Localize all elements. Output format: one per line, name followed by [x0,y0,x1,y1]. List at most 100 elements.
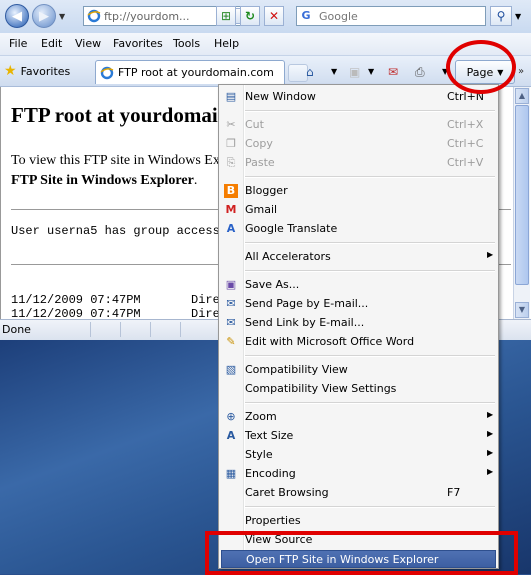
submenu-arrow-icon: ▶ [487,467,494,476]
menu-item-label: View Source [245,533,313,546]
history-dropdown-icon[interactable]: ▼ [59,12,65,21]
more-commands-icon[interactable]: » [518,66,524,77]
menu-item-label: Zoom [245,410,277,423]
printer-icon: ⎙ [415,65,425,79]
menu-item-compatibility-view[interactable]: ▧ Compatibility View [221,361,496,379]
menu-item-shortcut: Ctrl+V [447,156,484,169]
menu-item-label: Send Page by E-mail... [245,297,369,310]
forward-button[interactable]: ▶ [32,4,56,28]
home-dropdown-icon[interactable]: ▼ [331,63,337,81]
search-options-dropdown-icon[interactable]: ▼ [515,12,521,21]
favorites-button[interactable]: ★ Favorites [4,62,70,80]
new-tab-button[interactable] [288,64,308,82]
menu-item-label: Style [245,448,273,461]
tab-active[interactable]: FTP root at yourdomain.com [95,60,285,84]
menu-item-label: Save As... [245,278,300,291]
menu-item-send-page-by-e-mail[interactable]: ✉ Send Page by E-mail... [221,295,496,313]
intro-end: . [193,173,198,188]
intro-bold-link-text: FTP Site in Windows Explorer [11,173,194,188]
blogger-icon: B [224,184,238,198]
scroll-up-icon[interactable]: ▲ [515,88,529,104]
read-mail-button[interactable]: ✉ [388,63,398,81]
scissors-icon: ✂ [226,118,236,131]
menu-separator [245,355,495,357]
scroll-thumb[interactable] [515,105,529,285]
menu-item-label: Copy [245,137,273,150]
back-button[interactable]: ◀ [5,4,29,28]
status-text: Done [2,323,31,336]
status-separator [120,322,121,337]
menu-item-label: Encoding [245,467,296,480]
menu-item-gmail[interactable]: M Gmail [221,201,496,219]
menu-item-shortcut: F7 [447,486,461,499]
submenu-arrow-icon: ▶ [487,410,494,419]
menu-item-label: Open FTP Site in Windows Explorer [246,553,439,566]
menu-separator [245,176,495,178]
feeds-button[interactable]: ▣ [349,63,360,81]
print-dropdown-icon[interactable]: ▼ [442,63,448,81]
menu-item-new-window[interactable]: ▤ New Window Ctrl+N [221,88,496,106]
menu-item-label: Send Link by E-mail... [245,316,365,329]
rss-icon: ▣ [349,65,361,79]
magnifier-icon: ⚲ [496,9,506,23]
menu-item-blogger[interactable]: B Blogger [221,182,496,200]
menu-item-send-link-by-e-mail[interactable]: ✉ Send Link by E-mail... [221,314,496,332]
menu-item-label: Cut [245,118,264,131]
new-window-icon: ▤ [225,90,237,103]
menu-separator [245,242,495,244]
pencil-icon: ✎ [226,335,236,348]
menu-item-encoding[interactable]: ▦ Encoding ▶ [221,465,496,483]
save-icon: ▣ [225,278,237,291]
menu-help[interactable]: Help [214,37,239,50]
menu-item-save-as[interactable]: ▣ Save As... [221,276,496,294]
vertical-scrollbar[interactable]: ▲ ▼ [513,87,530,319]
back-arrow-icon: ◀ [12,8,22,24]
menu-separator [245,270,495,272]
home-button[interactable]: ⌂ [306,63,314,81]
compatibility-view-button[interactable]: ⊞ [216,6,236,26]
search-input[interactable] [319,9,479,23]
menu-item-google-translate[interactable]: A Google Translate [221,220,496,238]
compat-icon: ⊞ [220,9,232,23]
menu-view[interactable]: View [75,37,101,50]
menu-item-text-size[interactable]: A Text Size ▶ [221,427,496,445]
menu-tools[interactable]: Tools [173,37,200,50]
search-box[interactable]: G [296,6,486,26]
menu-item-style[interactable]: Style ▶ [221,446,496,464]
page-button[interactable]: Page ▼ [455,60,515,84]
menu-file[interactable]: File [9,37,27,50]
menu-item-caret-browsing[interactable]: Caret Browsing F7 [221,484,496,502]
menu-item-label: New Window [245,90,316,103]
menu-item-edit-with-microsoft-office-word[interactable]: ✎ Edit with Microsoft Office Word [221,333,496,351]
menu-item-open-ftp-site-in-windows-explorer[interactable]: Open FTP Site in Windows Explorer [221,550,496,568]
print-button[interactable]: ⎙ [415,63,425,81]
menu-favorites[interactable]: Favorites [113,37,163,50]
refresh-button[interactable]: ↻ [240,6,260,26]
google-icon: G [299,9,313,23]
menu-item-shortcut: Ctrl+C [447,137,484,150]
submenu-arrow-icon: ▶ [487,448,494,457]
ie-tab-icon [100,66,114,79]
menu-item-view-source[interactable]: View Source [221,531,496,549]
menu-item-compatibility-view-settings[interactable]: Compatibility View Settings [221,380,496,398]
address-input[interactable] [104,9,212,23]
menu-item-properties[interactable]: Properties [221,512,496,530]
paste-icon: ⎘ [226,156,236,169]
menu-edit[interactable]: Edit [41,37,62,50]
chevron-down-icon: ▼ [497,67,504,77]
menu-item-label: Blogger [245,184,288,197]
submenu-arrow-icon: ▶ [487,429,494,438]
favorites-bar: ★ Favorites FTP root at yourdomain.com ⌂… [0,56,531,87]
refresh-icon: ↻ [244,9,256,23]
menu-item-all-accelerators[interactable]: All Accelerators ▶ [221,248,496,266]
feeds-dropdown-icon[interactable]: ▼ [368,63,374,81]
stop-button[interactable]: ✕ [264,6,284,26]
tab-title: FTP root at yourdomain.com [118,66,274,79]
status-separator [180,322,181,337]
zoom-icon: ⊕ [226,410,236,423]
search-button[interactable]: ⚲ [490,6,512,26]
menu-item-zoom[interactable]: ⊕ Zoom ▶ [221,408,496,426]
menu-item-paste: ⎘ Paste Ctrl+V [221,154,496,172]
menu-item-cut: ✂ Cut Ctrl+X [221,116,496,134]
scroll-down-icon[interactable]: ▼ [515,302,529,318]
